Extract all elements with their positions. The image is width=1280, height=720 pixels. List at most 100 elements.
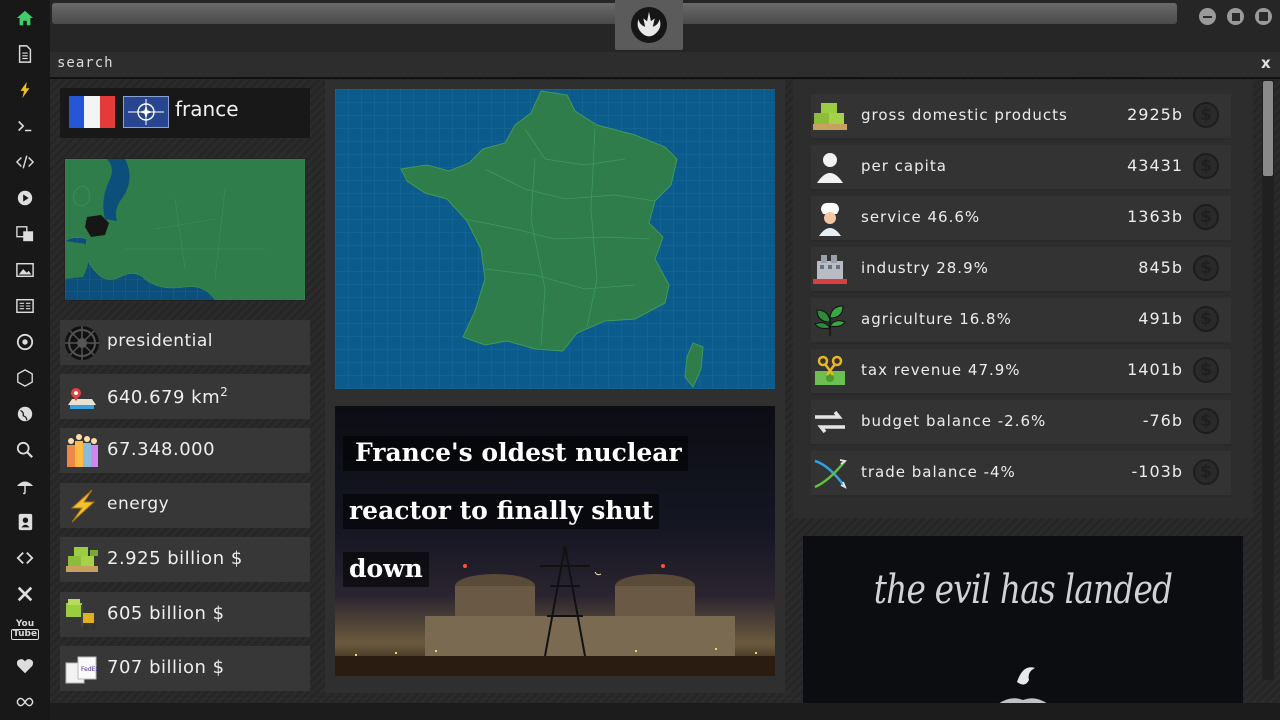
close-window-button[interactable] bbox=[1255, 8, 1272, 25]
imports-row[interactable]: FedEx 707 billion $ bbox=[60, 646, 310, 691]
econ-row-per-capita[interactable]: per capita 43431 $ bbox=[811, 145, 1231, 191]
svg-text:FedEx: FedEx bbox=[81, 666, 99, 673]
econ-value: 43431 bbox=[1127, 156, 1183, 175]
tools-icon[interactable] bbox=[13, 582, 37, 606]
search-input[interactable]: search bbox=[57, 55, 114, 71]
econ-label: agriculture 16.8% bbox=[861, 310, 1012, 328]
econ-value: -103b bbox=[1131, 462, 1183, 481]
document-icon[interactable] bbox=[13, 42, 37, 66]
scrollbar-thumb[interactable] bbox=[1263, 81, 1273, 176]
econ-row-industry[interactable]: industry 28.9% 845b $ bbox=[811, 247, 1231, 293]
econ-row-trade-balance[interactable]: trade balance -4% -103b $ bbox=[811, 451, 1231, 497]
link-icon[interactable] bbox=[13, 546, 37, 570]
econ-value: 1401b bbox=[1127, 360, 1183, 379]
lightning-icon[interactable] bbox=[13, 78, 37, 102]
scissors-money-icon bbox=[811, 353, 849, 389]
europe-minimap[interactable] bbox=[64, 158, 306, 301]
news-headline-line-1: France's oldest nuclear bbox=[343, 436, 688, 471]
econ-label: budget balance -2.6% bbox=[861, 412, 1047, 430]
home-icon[interactable] bbox=[13, 6, 37, 30]
money-pallet-icon bbox=[64, 542, 100, 578]
news-headline-line-3: down bbox=[343, 552, 429, 587]
gdp-value: 2.925 billion $ bbox=[107, 548, 243, 569]
energy-row[interactable]: energy bbox=[60, 483, 310, 528]
government-type: presidential bbox=[107, 331, 213, 351]
minimize-button[interactable] bbox=[1199, 8, 1216, 25]
econ-value: 491b bbox=[1138, 309, 1183, 328]
government-row[interactable]: presidential bbox=[60, 320, 310, 365]
factory-icon bbox=[811, 251, 849, 287]
nato-flag-icon bbox=[123, 96, 169, 128]
trade-icon bbox=[811, 455, 849, 491]
close-search-button[interactable]: x bbox=[1261, 54, 1271, 72]
econ-value: 845b bbox=[1138, 258, 1183, 277]
promo-banner[interactable] bbox=[803, 536, 1243, 720]
heart-icon[interactable] bbox=[13, 654, 37, 678]
econ-value: 2925b bbox=[1127, 105, 1183, 124]
infinity-icon[interactable] bbox=[13, 690, 37, 714]
energy-label: energy bbox=[107, 494, 170, 514]
plant-icon bbox=[811, 302, 849, 338]
exchange-icon bbox=[811, 404, 849, 440]
econ-row-tax-revenue[interactable]: tax revenue 47.9% 1401b $ bbox=[811, 349, 1231, 395]
dollar-icon[interactable]: $ bbox=[1193, 408, 1219, 434]
dollar-icon[interactable]: $ bbox=[1193, 357, 1219, 383]
promo-text: the evil has landed bbox=[873, 567, 1173, 613]
terminal-icon[interactable] bbox=[13, 114, 37, 138]
search-bar[interactable] bbox=[50, 52, 1280, 79]
imports-value: 707 billion $ bbox=[107, 657, 225, 678]
france-flag-icon bbox=[69, 96, 115, 128]
gdp-row[interactable]: 2.925 billion $ bbox=[60, 537, 310, 582]
exports-row[interactable]: 605 billion $ bbox=[60, 592, 310, 637]
news-headline-line-2: reactor to finally shut bbox=[343, 494, 660, 529]
translate-icon[interactable] bbox=[13, 222, 37, 246]
umbrella-icon[interactable] bbox=[13, 474, 37, 498]
econ-row-gdp[interactable]: gross domestic products 2925b $ bbox=[811, 94, 1231, 140]
area-row[interactable]: 640.679 km2 bbox=[60, 374, 310, 419]
search-icon[interactable] bbox=[13, 438, 37, 462]
econ-row-budget-balance[interactable]: budget balance -2.6% -76b $ bbox=[811, 400, 1231, 446]
code-icon[interactable] bbox=[13, 150, 37, 174]
contacts-icon[interactable] bbox=[13, 510, 37, 534]
empire-icon[interactable] bbox=[13, 330, 37, 354]
newspaper-icon[interactable] bbox=[13, 294, 37, 318]
lightning-icon bbox=[64, 488, 100, 524]
econ-value: 1363b bbox=[1127, 207, 1183, 226]
empire-icon bbox=[64, 325, 100, 361]
country-map[interactable] bbox=[335, 89, 775, 389]
person-icon bbox=[811, 149, 849, 185]
news-card[interactable]: France's oldest nuclear reactor to final… bbox=[335, 406, 775, 676]
logo-tab[interactable] bbox=[615, 0, 683, 50]
exports-value: 605 billion $ bbox=[107, 603, 225, 624]
maximize-button[interactable] bbox=[1227, 8, 1244, 25]
status-bar bbox=[50, 703, 1280, 720]
econ-value: -76b bbox=[1142, 411, 1183, 430]
area-value: 640.679 km bbox=[107, 387, 221, 408]
dollar-icon[interactable]: $ bbox=[1193, 306, 1219, 332]
econ-label: per capita bbox=[861, 157, 947, 175]
population-value: 67.348.000 bbox=[107, 439, 216, 460]
econ-label: tax revenue 47.9% bbox=[861, 361, 1021, 379]
econ-row-service[interactable]: service 46.6% 1363b $ bbox=[811, 196, 1231, 242]
sidebar: You Tube bbox=[0, 0, 51, 720]
dollar-icon[interactable]: $ bbox=[1193, 204, 1219, 230]
population-row[interactable]: 67.348.000 bbox=[60, 428, 310, 473]
image-icon[interactable] bbox=[13, 258, 37, 282]
boxes-icon: FedEx bbox=[64, 651, 100, 687]
play-icon[interactable] bbox=[13, 186, 37, 210]
econ-label: trade balance -4% bbox=[861, 463, 1016, 481]
dollar-icon[interactable]: $ bbox=[1193, 153, 1219, 179]
area-unit-exponent: 2 bbox=[220, 385, 229, 399]
rebel-alliance-icon bbox=[630, 6, 668, 44]
dollar-icon[interactable]: $ bbox=[1193, 102, 1219, 128]
dollar-icon[interactable]: $ bbox=[1193, 255, 1219, 281]
econ-label: service 46.6% bbox=[861, 208, 981, 226]
globe-icon[interactable] bbox=[13, 402, 37, 426]
econ-row-agriculture[interactable]: agriculture 16.8% 491b $ bbox=[811, 298, 1231, 344]
forklift-icon bbox=[64, 597, 100, 633]
hexagon-icon[interactable] bbox=[13, 366, 37, 390]
econ-label: industry 28.9% bbox=[861, 259, 989, 277]
money-pallet-icon bbox=[811, 98, 849, 134]
youtube-icon[interactable]: You Tube bbox=[10, 618, 40, 642]
dollar-icon[interactable]: $ bbox=[1193, 459, 1219, 485]
